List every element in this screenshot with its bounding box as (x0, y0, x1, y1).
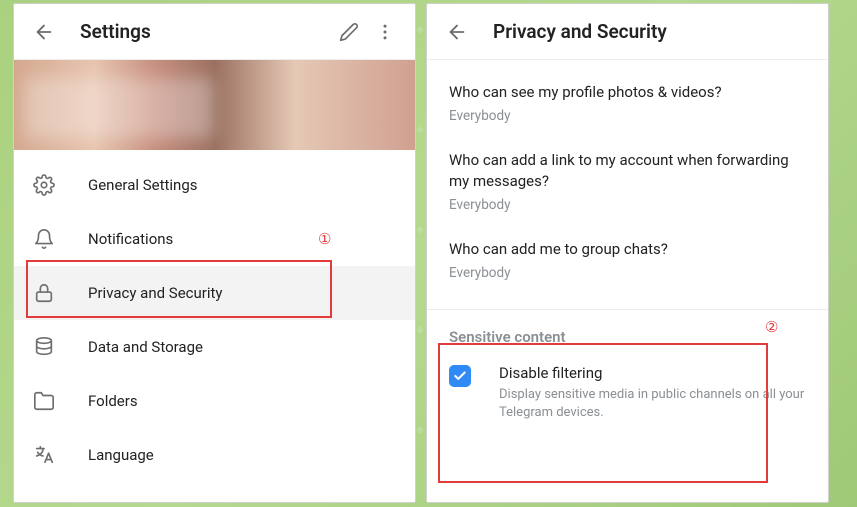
disable-filtering-checkbox[interactable] (449, 365, 471, 387)
privacy-item-profile-photos[interactable]: Who can see my profile photos & videos? … (449, 70, 806, 138)
disable-filtering-row[interactable]: Disable filtering Display sensitive medi… (427, 352, 828, 437)
settings-title: Settings (80, 20, 331, 43)
sensitive-section-title: Sensitive content (427, 310, 828, 352)
arrow-left-icon (446, 21, 468, 43)
settings-menu: General Settings Notifications Privacy a… (14, 150, 415, 482)
profile-name-blurred (24, 78, 214, 138)
privacy-items: Who can see my profile photos & videos? … (427, 60, 828, 309)
sidebar-item-label: Privacy and Security (88, 284, 223, 302)
sidebar-item-general[interactable]: General Settings (14, 158, 415, 212)
sidebar-item-data-storage[interactable]: Data and Storage (14, 320, 415, 374)
disable-filtering-subtitle: Display sensitive media in public channe… (499, 386, 806, 421)
privacy-item-value: Everybody (449, 265, 806, 281)
privacy-item-question: Who can add me to group chats? (449, 239, 806, 259)
settings-header: Settings (14, 4, 415, 60)
privacy-item-forward-link[interactable]: Who can add a link to my account when fo… (449, 138, 806, 227)
bell-icon (32, 227, 56, 251)
sidebar-item-label: Language (88, 446, 154, 464)
profile-hero[interactable] (14, 60, 415, 150)
settings-panel: Settings General Settings Notifications (13, 3, 416, 503)
sidebar-item-label: General Settings (88, 176, 198, 194)
database-icon (32, 335, 56, 359)
sidebar-item-label: Folders (88, 392, 138, 410)
language-icon (32, 443, 56, 467)
privacy-item-group-chats[interactable]: Who can add me to group chats? Everybody (449, 227, 806, 295)
sidebar-item-notifications[interactable]: Notifications (14, 212, 415, 266)
disable-filtering-text: Disable filtering Display sensitive medi… (499, 364, 806, 421)
sidebar-item-label: Notifications (88, 230, 173, 248)
sidebar-item-language[interactable]: Language (14, 428, 415, 482)
privacy-item-value: Everybody (449, 108, 806, 124)
edit-button[interactable] (331, 14, 367, 50)
arrow-left-icon (33, 21, 55, 43)
privacy-panel: Privacy and Security Who can see my prof… (426, 3, 829, 503)
lock-icon (32, 281, 56, 305)
privacy-item-value: Everybody (449, 197, 806, 213)
more-button[interactable] (367, 14, 403, 50)
privacy-item-question: Who can see my profile photos & videos? (449, 82, 806, 102)
back-button[interactable] (439, 14, 475, 50)
sidebar-item-folders[interactable]: Folders (14, 374, 415, 428)
privacy-item-question: Who can add a link to my account when fo… (449, 150, 806, 191)
sidebar-item-label: Data and Storage (88, 338, 203, 356)
folder-icon (32, 389, 56, 413)
gear-icon (32, 173, 56, 197)
more-vertical-icon (375, 22, 395, 42)
privacy-header: Privacy and Security (427, 4, 828, 60)
privacy-title: Privacy and Security (493, 20, 816, 43)
disable-filtering-title: Disable filtering (499, 364, 806, 382)
back-button[interactable] (26, 14, 62, 50)
pencil-icon (339, 22, 359, 42)
check-icon (453, 369, 467, 383)
sidebar-item-privacy[interactable]: Privacy and Security (14, 266, 415, 320)
